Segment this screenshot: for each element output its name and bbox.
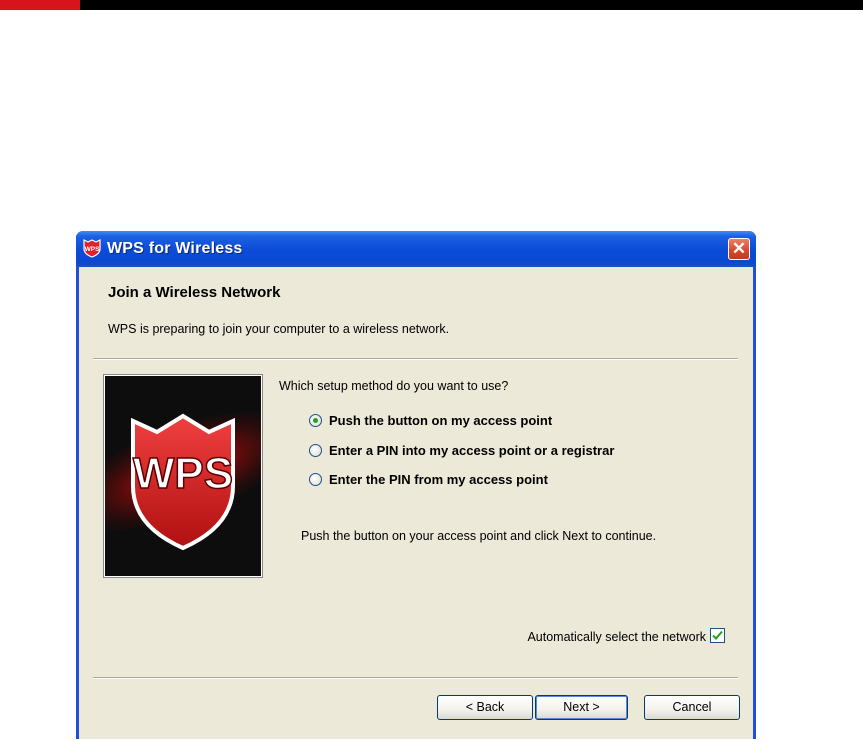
wps-dialog: WPS WPS for Wireless ✕ Join a Wireless N… xyxy=(76,231,756,739)
radio-icon-selected[interactable] xyxy=(309,413,322,427)
radio-enter-pin-registrar[interactable]: Enter a PIN into my access point or a re… xyxy=(309,441,614,459)
wps-logo-image: WPS xyxy=(103,374,263,578)
dialog-client-area: Join a Wireless Network WPS is preparing… xyxy=(79,267,753,739)
close-icon: ✕ xyxy=(731,239,747,258)
svg-text:WPS: WPS xyxy=(85,246,100,253)
instruction-text: Push the button on your access point and… xyxy=(301,529,657,543)
wps-logo-text: WPS xyxy=(133,449,233,498)
setup-question: Which setup method do you want to use? xyxy=(279,379,509,393)
checkmark-icon xyxy=(712,630,723,640)
page-top-bar xyxy=(0,0,863,10)
radio-label: Push the button on my access point xyxy=(329,412,553,428)
radio-enter-pin-from-ap[interactable]: Enter the PIN from my access point xyxy=(309,470,548,488)
wps-shield-graphic: WPS xyxy=(105,376,261,576)
wps-app-icon: WPS xyxy=(83,239,101,258)
close-button[interactable]: ✕ xyxy=(728,238,750,260)
auto-select-checkbox[interactable] xyxy=(710,628,725,643)
next-button[interactable]: Next > xyxy=(535,695,628,720)
cancel-button[interactable]: Cancel xyxy=(644,695,740,720)
footer-divider xyxy=(93,677,738,679)
radio-push-button[interactable]: Push the button on my access point xyxy=(309,411,552,429)
radio-label: Enter the PIN from my access point xyxy=(329,471,548,487)
radio-icon[interactable] xyxy=(309,443,322,457)
title-bar[interactable]: WPS WPS for Wireless ✕ xyxy=(76,231,756,267)
page-title: Join a Wireless Network xyxy=(108,284,281,301)
header-divider xyxy=(93,358,738,360)
page-subtitle: WPS is preparing to join your computer t… xyxy=(108,322,450,336)
back-button[interactable]: < Back xyxy=(437,695,533,720)
page-top-accent xyxy=(0,0,80,10)
radio-label: Enter a PIN into my access point or a re… xyxy=(329,442,615,458)
auto-select-label: Automatically select the network xyxy=(527,630,706,644)
window-title: WPS for Wireless xyxy=(107,240,243,257)
radio-icon[interactable] xyxy=(309,472,322,486)
